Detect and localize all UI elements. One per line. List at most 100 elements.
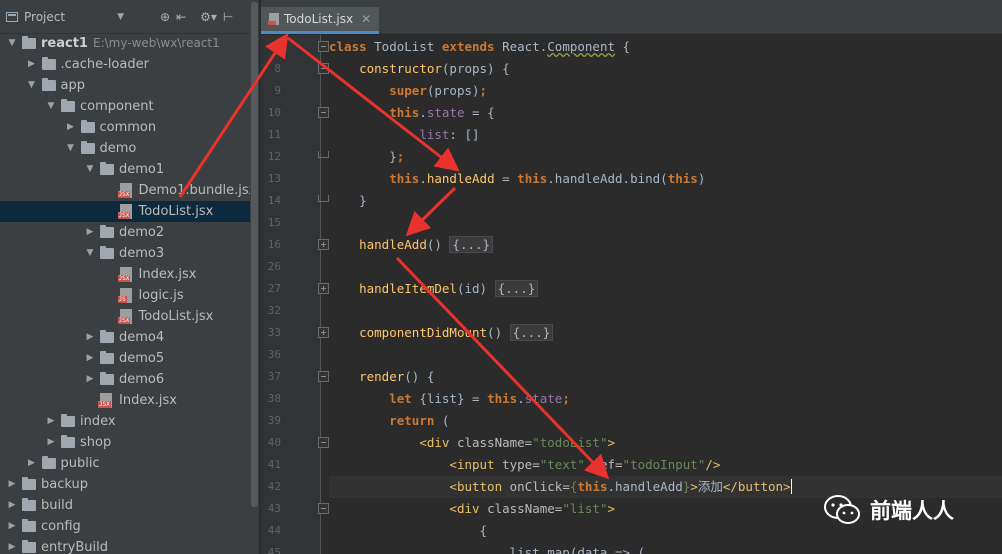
gear-icon[interactable]: ⚙▾ [200, 10, 217, 24]
tree-folder[interactable]: ▶ backup [0, 474, 259, 495]
code-line[interactable]: <input type="text" ref="todoInput"/> [329, 454, 720, 476]
line-number: 11 [267, 128, 281, 141]
tree-folder[interactable]: ▼ demo3 [0, 243, 259, 264]
project-scrollbar[interactable] [250, 0, 259, 554]
code-line[interactable]: let {list} = this.state; [329, 388, 570, 410]
tree-folder[interactable]: ▼ react1 E:\my-web\wx\react1 [0, 33, 259, 54]
tree-folder[interactable]: ▶ public [0, 453, 259, 474]
collapse-fold-icon[interactable] [318, 503, 329, 514]
chevron-right-icon[interactable]: ▶ [6, 516, 18, 537]
tree-folder[interactable]: ▶ .cache-loader [0, 54, 259, 75]
tree-folder[interactable]: ▶ demo6 [0, 369, 259, 390]
expand-fold-icon[interactable] [318, 239, 329, 250]
chevron-right-icon[interactable]: ▶ [84, 348, 96, 369]
tree-folder[interactable]: ▼ demo [0, 138, 259, 159]
tree-folder[interactable]: ▶ index [0, 411, 259, 432]
chevron-right-icon[interactable]: ▶ [45, 411, 57, 432]
tree-item-label: TodoList.jsx [138, 204, 214, 219]
code-line[interactable]: } [329, 190, 367, 212]
code-line[interactable]: handleItemDel(id) {...} [329, 278, 539, 300]
project-panel-header[interactable]: Project ▼ ⊕ ⇤ ⚙▾ ⊢ [0, 0, 259, 34]
chevron-right-icon[interactable]: ▶ [45, 432, 57, 453]
tree-file[interactable]: JSX Index.jsx [0, 264, 259, 285]
code-line[interactable]: { [329, 520, 488, 542]
tree-folder[interactable]: ▼ demo1 [0, 159, 259, 180]
collapse-fold-icon[interactable] [318, 151, 329, 158]
code-line[interactable]: class TodoList extends React.Component { [329, 36, 630, 58]
chevron-right-icon[interactable]: ▶ [6, 537, 18, 554]
chevron-down-icon[interactable]: ▼ [65, 138, 77, 159]
tree-file[interactable]: JS logic.js [0, 285, 259, 306]
scrollbar-thumb[interactable] [251, 2, 258, 507]
code-line[interactable]: this.state = { [329, 102, 494, 124]
tree-folder[interactable]: ▶ common [0, 117, 259, 138]
line-number-gutter[interactable]: 7 8 9 10 11 12 13 14 15 16 26 27 32 33 36 37 38 39 40 41 42 4… [261, 35, 329, 554]
code-line[interactable]: <div className="todoList"> [329, 432, 615, 454]
code-line[interactable]: <div className="list"> [329, 498, 615, 520]
expand-fold-icon[interactable] [318, 283, 329, 294]
code-line[interactable]: list.map(data => ( [329, 542, 645, 554]
chevron-down-icon[interactable]: ▼ [45, 96, 57, 117]
code-line[interactable]: super(props); [329, 80, 487, 102]
chevron-down-icon[interactable]: ▼ [6, 33, 18, 54]
code-line[interactable]: constructor(props) { [329, 58, 510, 80]
code-line[interactable]: }; [329, 146, 404, 168]
code-line[interactable]: this.handleAdd = this.handleAdd.bind(thi… [329, 168, 705, 190]
tree-file[interactable]: JSX TodoList.jsx [0, 306, 259, 327]
collapse-all-icon[interactable]: ⇤ [176, 10, 186, 24]
code-line[interactable]: componentDidMount() {...} [329, 322, 554, 344]
tree-item-label: demo3 [119, 246, 165, 261]
chevron-down-icon[interactable]: ▼ [26, 75, 38, 96]
project-path: E:\my-web\wx\react1 [93, 36, 220, 50]
close-icon[interactable]: ✕ [361, 12, 371, 26]
file-type-badge: JSX [117, 191, 131, 198]
chevron-right-icon[interactable]: ▶ [84, 369, 96, 390]
collapse-fold-icon[interactable] [318, 437, 329, 448]
collapse-fold-icon[interactable] [318, 41, 329, 52]
tree-folder[interactable]: ▶ shop [0, 432, 259, 453]
tree-folder[interactable]: ▶ demo4 [0, 327, 259, 348]
tree-file[interactable]: JSX Demo1.bundle.jsx [0, 180, 259, 201]
code-text-area[interactable]: class TodoList extends React.Component {… [329, 35, 1002, 554]
code-line[interactable]: return ( [329, 410, 449, 432]
tree-folder[interactable]: ▼ component [0, 96, 259, 117]
expand-fold-icon[interactable] [318, 327, 329, 338]
code-line[interactable]: render() { [329, 366, 434, 388]
folder-icon [61, 99, 75, 112]
chevron-right-icon[interactable]: ▶ [84, 222, 96, 243]
line-number: 43 [267, 502, 281, 515]
chevron-right-icon[interactable]: ▶ [65, 117, 77, 138]
chevron-right-icon[interactable]: ▶ [84, 327, 96, 348]
line-number: 38 [267, 392, 281, 405]
chevron-right-icon[interactable]: ▶ [26, 54, 38, 75]
tree-folder[interactable]: ▶ demo2 [0, 222, 259, 243]
code-line[interactable]: handleAdd() {...} [329, 234, 494, 256]
folder-icon [100, 372, 114, 385]
line-number: 8 [274, 62, 281, 75]
tree-file[interactable]: JSX TodoList.jsx [0, 201, 259, 222]
file-type-badge: JSX [117, 275, 131, 282]
scroll-from-source-icon[interactable]: ⊕ [160, 10, 170, 24]
tree-folder[interactable]: ▶ config [0, 516, 259, 537]
tree-folder[interactable]: ▶ entryBuild [0, 537, 259, 554]
chevron-right-icon[interactable]: ▶ [6, 474, 18, 495]
tree-file[interactable]: JSX Index.jsx [0, 390, 259, 411]
code-line[interactable]: list: [] [329, 124, 479, 146]
chevron-down-icon[interactable]: ▼ [84, 159, 96, 180]
folder-icon [80, 120, 95, 133]
tree-folder[interactable]: ▼ app [0, 75, 259, 96]
collapse-fold-icon[interactable] [318, 63, 329, 74]
chevron-right-icon[interactable]: ▶ [6, 495, 18, 516]
tree-folder[interactable]: ▶ build [0, 495, 259, 516]
hide-panel-icon[interactable]: ⊢ [223, 10, 233, 24]
collapse-fold-icon[interactable] [318, 371, 329, 382]
collapse-fold-icon[interactable] [318, 107, 329, 118]
chevron-down-icon[interactable]: ▼ [84, 243, 96, 264]
collapse-fold-icon[interactable] [318, 195, 329, 202]
chevron-right-icon[interactable]: ▶ [26, 453, 38, 474]
tree-folder[interactable]: ▶ demo5 [0, 348, 259, 369]
line-number: 42 [267, 480, 281, 493]
tab-todolist-jsx[interactable]: TodoList.jsx ✕ [261, 7, 379, 34]
folder-icon [100, 330, 114, 343]
chevron-down-icon[interactable]: ▼ [117, 12, 124, 22]
